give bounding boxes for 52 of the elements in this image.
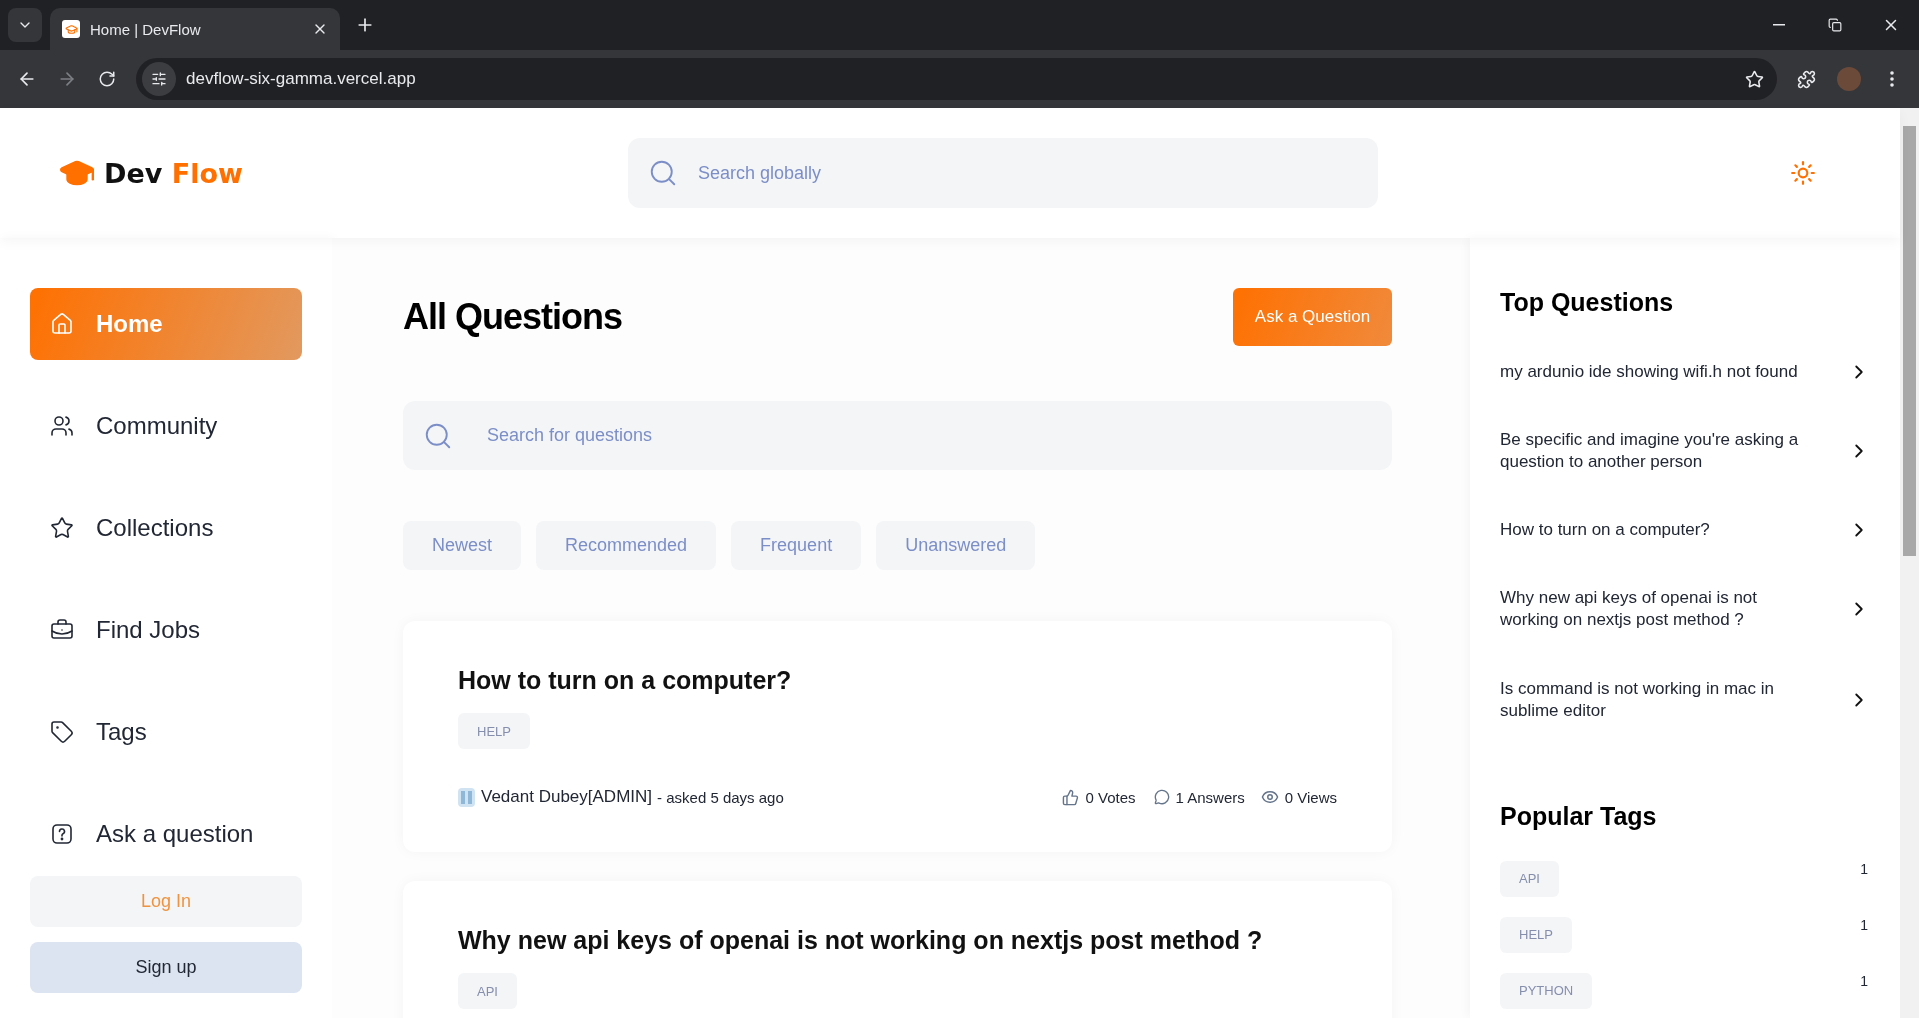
puzzle-icon — [1796, 69, 1816, 89]
star-icon — [50, 516, 74, 540]
minimize-icon — [1773, 24, 1785, 26]
votes-count: 0 Votes — [1085, 788, 1136, 806]
global-search-field[interactable]: Search globally — [628, 138, 1378, 208]
search-icon — [648, 158, 678, 188]
question-title[interactable]: How to turn on a computer? — [458, 666, 1337, 695]
nav-link[interactable]: Collections — [30, 492, 302, 564]
top-question-link[interactable]: Be specific and imagine you're asking a question to another person — [1500, 429, 1870, 474]
menu-icon — [1890, 71, 1894, 87]
answers-count: 1 Answers — [1175, 788, 1245, 806]
restore-icon — [1828, 18, 1842, 32]
section-title: Top Questions — [1500, 288, 1675, 317]
star-icon — [1744, 69, 1764, 89]
top-question-link[interactable]: Is command is not working in mac in sublime editor — [1500, 677, 1870, 722]
site-info-button[interactable] — [142, 62, 176, 96]
nav-link[interactable]: Tags — [30, 696, 302, 768]
scrollbar[interactable] — [1900, 108, 1919, 1018]
nav-link[interactable]: Find Jobs — [30, 594, 302, 666]
eye-icon — [1260, 788, 1279, 806]
views-count: 0 Views — [1284, 788, 1337, 806]
browser-tab[interactable]: Home | DevFlow — [50, 8, 340, 50]
tag-count: 1 — [1860, 916, 1868, 933]
comment-icon — [1153, 789, 1170, 805]
tab-list-button[interactable] — [8, 8, 42, 42]
question-icon — [50, 822, 74, 846]
address-bar[interactable]: devflow-six-gamma.vercel.app — [136, 58, 1777, 100]
question-search-field[interactable]: Search for questions — [403, 401, 1392, 470]
thumbs-up-icon — [1062, 788, 1080, 806]
users-icon — [50, 414, 74, 438]
reload-icon — [98, 70, 116, 88]
section-title: Popular Tags — [1500, 801, 1658, 831]
sliders-icon — [151, 71, 167, 87]
tag-count: 1 — [1860, 972, 1868, 989]
signup-button[interactable]: Sign up — [30, 942, 302, 993]
tag-icon — [50, 720, 74, 744]
favicon-icon — [62, 20, 80, 38]
asked-time: - asked 5 days ago — [657, 788, 784, 806]
briefcase-icon — [50, 618, 74, 642]
top-question-link[interactable]: my ardunio ide showing wifi.h not found — [1500, 361, 1870, 384]
home-icon — [50, 312, 74, 336]
page-title: All Questions — [403, 296, 623, 338]
nav-link[interactable]: Community — [30, 390, 302, 462]
question-title[interactable]: Why new api keys of openai is not working on nextjs post method ? — [458, 926, 1337, 955]
author-link[interactable]: Vedant Dubey[ADMIN] — [481, 787, 653, 807]
tag-count: 1 — [1860, 860, 1868, 877]
sun-icon — [1790, 160, 1816, 186]
top-question-link[interactable]: How to turn on a computer? — [1500, 519, 1870, 542]
top-question-link[interactable]: Why new api keys of openai is not working on nextjs post method ? — [1500, 587, 1870, 632]
nav-link[interactable]: Ask a question — [30, 798, 302, 870]
logo-text[interactable]: Dev Flow — [104, 157, 243, 189]
avatar-icon — [458, 787, 475, 807]
